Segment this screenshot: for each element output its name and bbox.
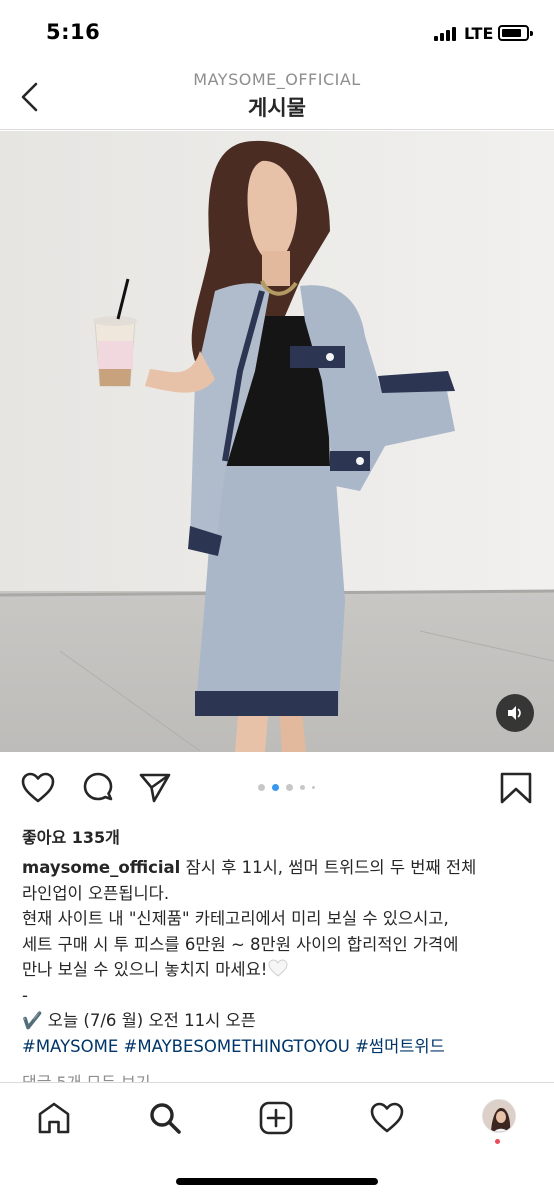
hashtags[interactable]: #MAYSOME #MAYBESOMETHINGTOYOU #썸머트위드 [22,1034,537,1060]
bookmark-icon[interactable] [498,770,534,806]
caption-text: 만나 보실 수 있으니 놓치지 마세요! [22,960,268,979]
home-indicator [176,1178,378,1185]
post-caption: maysome_official 잠시 후 11시, 썸머 트위드의 두 번째 … [22,855,537,1059]
caption-text: - [22,985,28,1005]
post-actions [0,752,554,824]
sound-toggle-button[interactable] [496,694,534,732]
signal-icon [434,27,458,41]
likes-count[interactable]: 좋아요 135개 [22,824,120,848]
battery-icon [498,25,533,41]
notification-dot [495,1139,500,1144]
carousel-dot-active [272,784,279,791]
heart-outline-icon[interactable] [20,770,56,806]
carousel-dot [300,785,305,790]
post-header: MAYSOME_OFFICIAL 게시물 [0,64,554,130]
status-time: 5:16 [46,20,101,44]
caption-text: ✔️ 오늘 (7/6 월) 오전 11시 오픈 [22,1011,256,1030]
status-bar: 5:16 LTE [0,0,554,64]
caption-text: 세트 구매 시 투 피스를 6만원 ~ 8만원 사이의 합리적인 가격에 [22,934,459,954]
search-icon[interactable] [147,1100,183,1136]
page-title: 게시물 [248,96,306,120]
plus-square-icon[interactable] [258,1100,294,1136]
caption-username[interactable]: maysome_official [22,858,180,877]
carousel-dot [258,784,265,791]
profile-avatar[interactable] [482,1099,516,1133]
paper-plane-icon[interactable] [137,770,173,806]
caption-text: 잠시 후 11시, 썸머 트위드의 두 번째 전체 [180,858,477,877]
speaker-icon [508,706,521,720]
post-image[interactable] [0,131,554,752]
caption-text: 현재 사이트 내 "신제품" 카테고리에서 미리 보실 수 있으시고, [22,909,449,928]
carousel-dot [286,784,293,791]
home-icon[interactable] [36,1100,72,1136]
network-label: LTE [464,24,494,43]
comment-bubble-icon[interactable] [80,770,116,806]
caption-text: 라인업이 오픈됩니다. [22,883,170,903]
carousel-dot [312,786,315,789]
avatar-image [483,1100,515,1132]
white-heart-icon [268,959,288,977]
heart-icon[interactable] [369,1100,405,1136]
fashion-photo [0,131,554,752]
account-name[interactable]: MAYSOME_OFFICIAL [0,70,554,89]
